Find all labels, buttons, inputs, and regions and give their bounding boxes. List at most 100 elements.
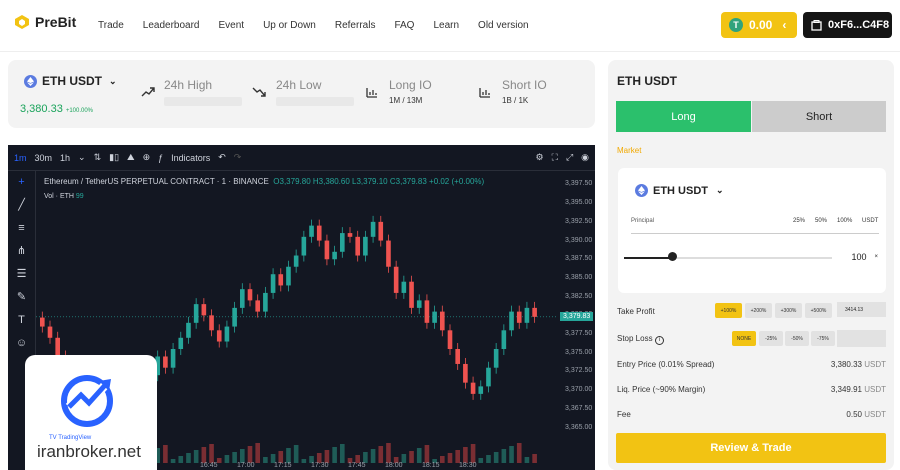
expand-icon[interactable]: ⤢ <box>566 152 573 163</box>
candle <box>416 300 422 308</box>
volume-bar <box>370 449 376 463</box>
pct-25-button[interactable]: 25% <box>793 218 805 224</box>
nav-up-or-down[interactable]: Up or Down <box>263 20 316 31</box>
price-tick: 3,375.00 <box>565 348 593 356</box>
volume-bar <box>501 449 507 463</box>
nav-learn[interactable]: Learn <box>433 20 459 31</box>
redo-icon[interactable]: ↷ <box>234 152 242 163</box>
tp-chip-300[interactable]: +300% <box>775 303 802 318</box>
candle <box>424 300 430 323</box>
indicators-icon[interactable]: ƒ <box>158 153 163 163</box>
interval-1h[interactable]: 1h <box>60 153 70 163</box>
price-tick: 3,382.50 <box>565 292 593 300</box>
settings-icon[interactable]: ⚙ <box>536 152 544 163</box>
take-profit-value: 3414.13 <box>845 306 864 313</box>
take-profit-input[interactable]: 3414.13 <box>837 302 886 317</box>
horizontal-lines-icon[interactable]: ≡ <box>8 217 35 240</box>
tp-chip-500[interactable]: +500% <box>805 303 832 318</box>
sl-chip-50[interactable]: -50% <box>785 331 809 346</box>
liq-price-value: 3,349.91 USDT <box>831 385 886 394</box>
brand-logo[interactable]: PreBit <box>14 14 76 30</box>
pct-100-button[interactable]: 100% <box>837 218 852 224</box>
info-icon[interactable]: i <box>654 336 664 345</box>
wallet-button[interactable]: 0xF6...C4F8 <box>803 12 892 38</box>
candle <box>178 337 184 349</box>
interval-1m[interactable]: 1m <box>14 153 27 163</box>
principal-divider <box>631 233 879 234</box>
candle <box>532 307 537 317</box>
order-form: ETH USDT ⌄ Principal 25% 50% 100% USDT 1… <box>618 168 886 293</box>
candle <box>293 255 299 267</box>
entry-price-label: Entry Price (0.01% Spread) <box>617 360 715 369</box>
amount-input[interactable]: 100 × <box>840 248 886 266</box>
crosshair-icon[interactable]: + <box>8 171 35 194</box>
sl-chip-75[interactable]: -75% <box>811 331 835 346</box>
balance-button[interactable]: T 0.00 ‹ <box>721 12 797 38</box>
short-tab[interactable]: Short <box>752 101 886 132</box>
entry-price-value: 3,380.33 USDT <box>831 360 886 369</box>
text-icon[interactable]: T <box>8 309 35 332</box>
fullscreen-icon[interactable]: ⛶ <box>552 152 558 163</box>
time-tick: 17:45 <box>348 462 366 469</box>
sl-chip-none[interactable]: NONE <box>732 331 756 346</box>
interval-30m[interactable]: 30m <box>35 153 53 163</box>
volume-bar <box>447 453 453 463</box>
candle-style-icon[interactable]: ▮▯ <box>109 152 119 163</box>
review-trade-button[interactable]: Review & Trade <box>616 433 886 463</box>
slider-handle[interactable] <box>667 252 677 261</box>
nav-old-version[interactable]: Old version <box>478 20 529 31</box>
indicators-button[interactable]: Indicators <box>171 153 210 163</box>
camera-icon[interactable]: ◉ <box>581 152 589 163</box>
stat-24h-low-label: 24h Low <box>276 78 322 92</box>
brand-name: PreBit <box>35 14 77 30</box>
fee-label: Fee <box>617 410 631 419</box>
last-price-label: 3,379.83 <box>560 311 594 321</box>
area-chart-icon[interactable]: ⛰ <box>127 152 135 163</box>
long-tab[interactable]: Long <box>616 101 751 132</box>
undo-icon[interactable]: ↶ <box>218 152 226 163</box>
stat-24h-high: 24h High <box>164 78 242 106</box>
nav-referrals[interactable]: Referrals <box>335 20 376 31</box>
pair-selector[interactable]: ETH USDT ⌄ <box>24 74 117 88</box>
trend-line-icon[interactable]: ╱ <box>8 194 35 217</box>
sl-chip-25[interactable]: -25% <box>759 331 783 346</box>
add-icon[interactable]: ⊕ <box>143 152 151 163</box>
candle <box>193 304 199 323</box>
measure-icon[interactable]: ☰ <box>8 263 35 286</box>
price-tick: 3,367.50 <box>565 404 593 412</box>
volume-label: Vol · ETH <box>44 193 74 200</box>
volume-bar <box>463 447 468 463</box>
tp-chip-200[interactable]: +200% <box>745 303 772 318</box>
candle <box>186 322 191 338</box>
liq-price-unit: USDT <box>864 385 886 394</box>
nav-leaderboard[interactable]: Leaderboard <box>143 20 200 31</box>
volume-bar <box>470 444 476 463</box>
stat-long-io-value: 1M / 13M <box>389 96 423 105</box>
order-type-market[interactable]: Market <box>617 146 641 155</box>
take-profit-label: Take Profit <box>617 307 655 316</box>
nav-trade[interactable]: Trade <box>98 20 124 31</box>
emoji-icon[interactable]: ☺ <box>8 332 35 355</box>
trend-down-icon <box>252 87 266 97</box>
clear-icon[interactable]: × <box>874 254 878 260</box>
interval-chevron-icon[interactable]: ⌄ <box>78 152 86 163</box>
candle <box>163 356 168 368</box>
principal-slider[interactable] <box>624 257 832 259</box>
wallet-icon <box>811 19 822 31</box>
nav-faq[interactable]: FAQ <box>394 20 414 31</box>
pct-50-button[interactable]: 50% <box>815 218 827 224</box>
brush-icon[interactable]: ✎ <box>8 286 35 309</box>
time-tick: 16:45 <box>200 462 218 469</box>
compare-icon[interactable]: ⇅ <box>94 152 102 163</box>
growth-chart-logo-icon <box>61 375 113 427</box>
candle <box>316 225 322 241</box>
price-tick: 3,385.00 <box>565 273 593 281</box>
price-tick: 3,387.50 <box>565 255 593 263</box>
volume-bar <box>486 455 491 463</box>
order-pair-selector[interactable]: ETH USDT ⌄ <box>635 184 724 197</box>
pitchfork-icon[interactable]: ⋔ <box>8 240 35 263</box>
price-tick: 3,365.00 <box>565 423 593 431</box>
stop-loss-input[interactable] <box>837 330 886 347</box>
nav-event[interactable]: Event <box>218 20 244 31</box>
tp-chip-100[interactable]: +100% <box>715 303 742 318</box>
